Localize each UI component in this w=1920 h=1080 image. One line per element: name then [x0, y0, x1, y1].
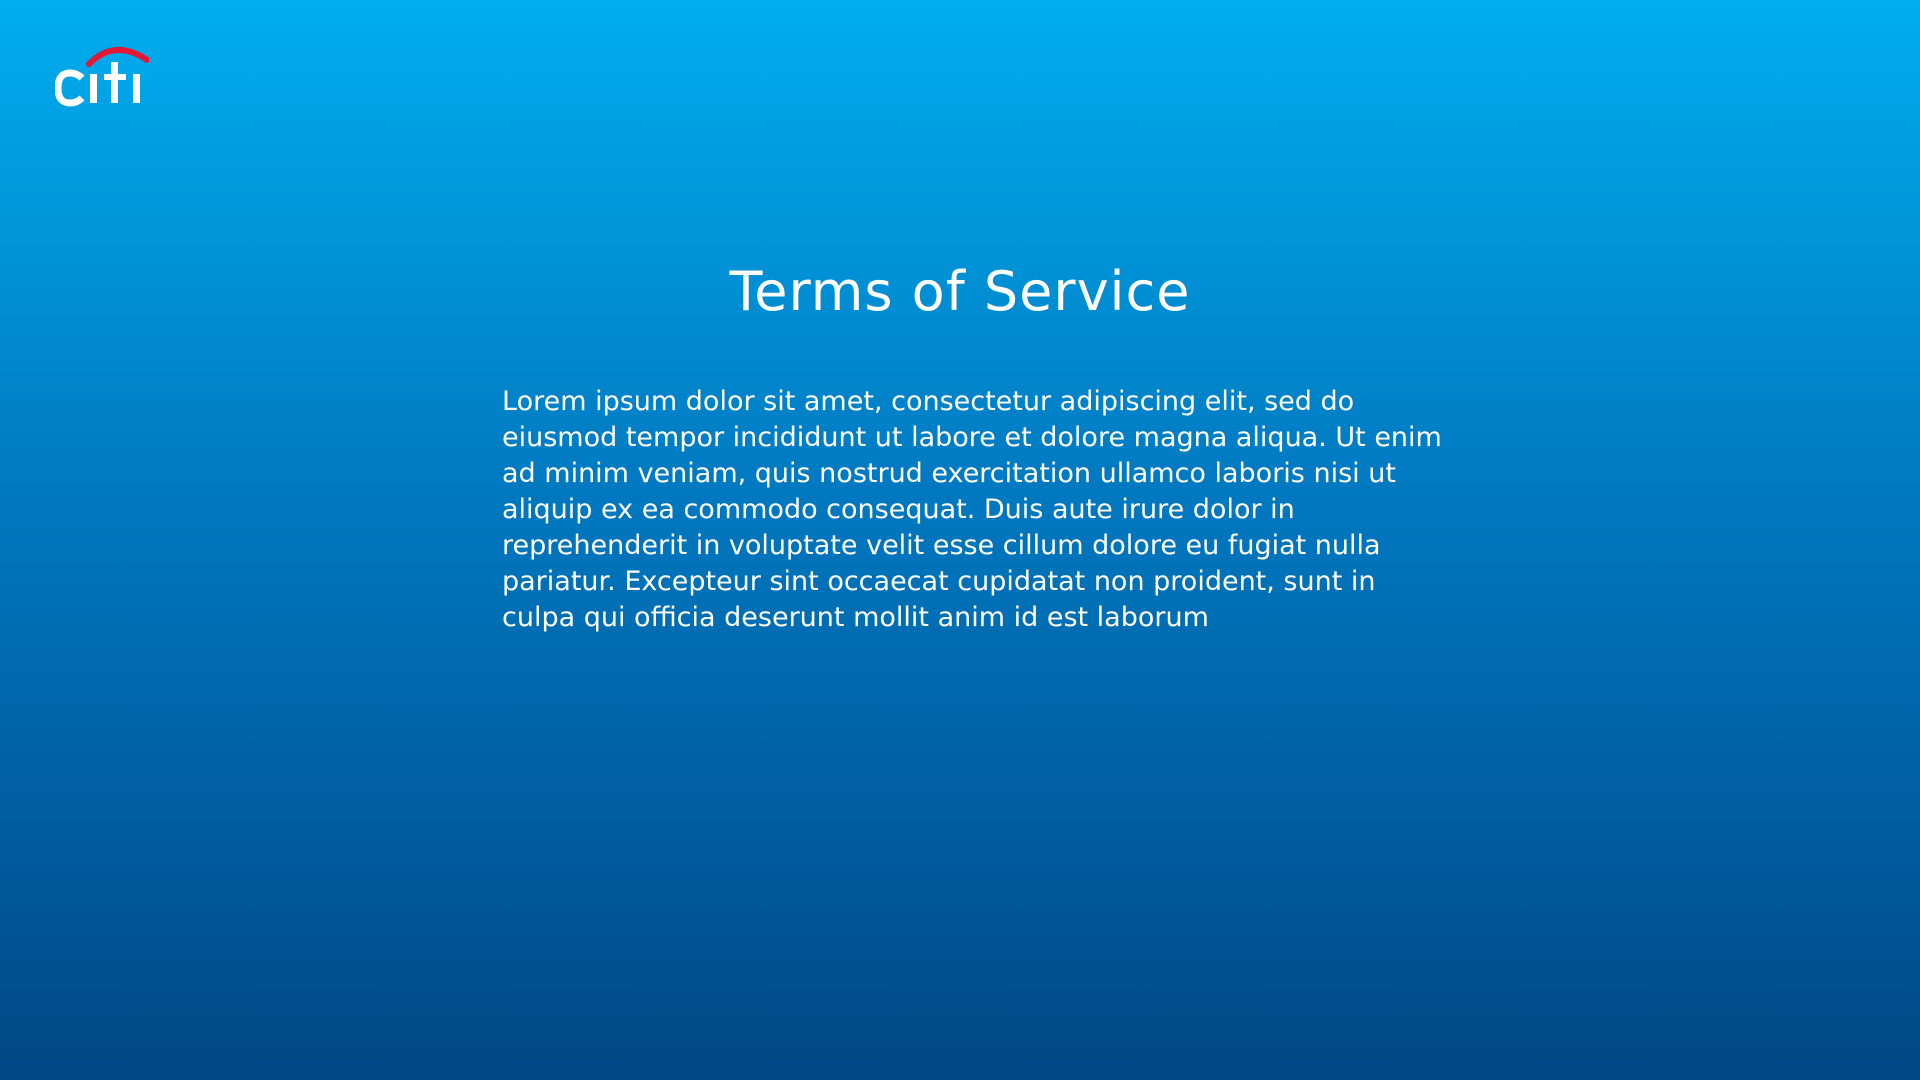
logo-arc	[86, 46, 150, 67]
citi-logo-mark	[54, 46, 150, 107]
logo-letter-t-bar	[104, 74, 126, 80]
page-title: Terms of Service	[729, 260, 1191, 323]
logo-letter-i2	[133, 74, 140, 103]
logo-letter-i1	[90, 74, 97, 103]
logo-letter-t-stem	[111, 62, 118, 103]
logo-letter-c	[54, 69, 85, 107]
citi-logo[interactable]	[54, 42, 150, 108]
terms-body-text: Lorem ipsum dolor sit amet, consectetur …	[502, 386, 1442, 633]
